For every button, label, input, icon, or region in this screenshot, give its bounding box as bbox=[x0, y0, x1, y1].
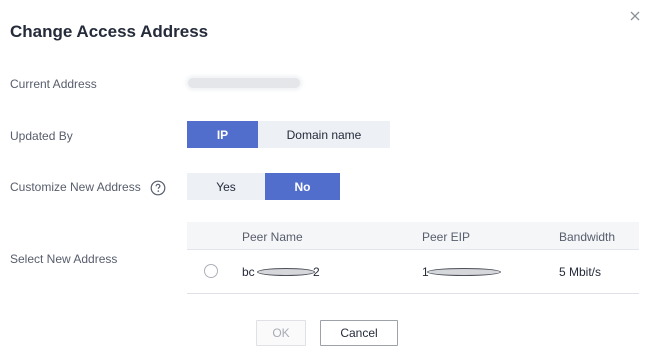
customize-new-address-label: Customize New Address bbox=[10, 180, 141, 194]
updated-by-label: Updated By bbox=[10, 129, 73, 143]
peer-name-prefix: bc bbox=[242, 265, 255, 279]
select-new-address-label: Select New Address bbox=[10, 252, 118, 266]
question-circle-icon[interactable] bbox=[150, 180, 166, 196]
peer-name-suffix: 2 bbox=[313, 265, 320, 279]
customize-yes-option[interactable]: Yes bbox=[187, 173, 265, 200]
cancel-button[interactable]: Cancel bbox=[320, 320, 398, 346]
peer-eip-redaction bbox=[427, 268, 501, 276]
peer-name-redaction bbox=[257, 268, 315, 276]
close-icon[interactable] bbox=[628, 9, 642, 23]
column-header-peer-eip: Peer EIP bbox=[422, 230, 471, 244]
current-address-value-masked bbox=[188, 78, 300, 88]
ok-button[interactable]: OK bbox=[256, 320, 306, 346]
current-address-label: Current Address bbox=[10, 77, 97, 91]
peer-address-table: Peer Name Peer EIP Bandwidth bc 2 1 5 Mb… bbox=[187, 222, 639, 294]
column-header-bandwidth: Bandwidth bbox=[559, 230, 616, 244]
table-row[interactable]: bc 2 1 5 Mbit/s bbox=[187, 250, 639, 294]
column-header-peer-name: Peer Name bbox=[242, 230, 303, 244]
customize-no-option[interactable]: No bbox=[265, 173, 340, 200]
updated-by-domain-option[interactable]: Domain name bbox=[258, 121, 390, 148]
dialog-title: Change Access Address bbox=[10, 22, 209, 41]
updated-by-ip-option[interactable]: IP bbox=[187, 121, 258, 148]
row-radio-button[interactable] bbox=[204, 264, 218, 278]
table-header: Peer Name Peer EIP Bandwidth bbox=[187, 222, 639, 250]
change-access-address-dialog: Change Access Address Current Address Up… bbox=[0, 0, 649, 346]
bandwidth-value: 5 Mbit/s bbox=[559, 265, 602, 279]
